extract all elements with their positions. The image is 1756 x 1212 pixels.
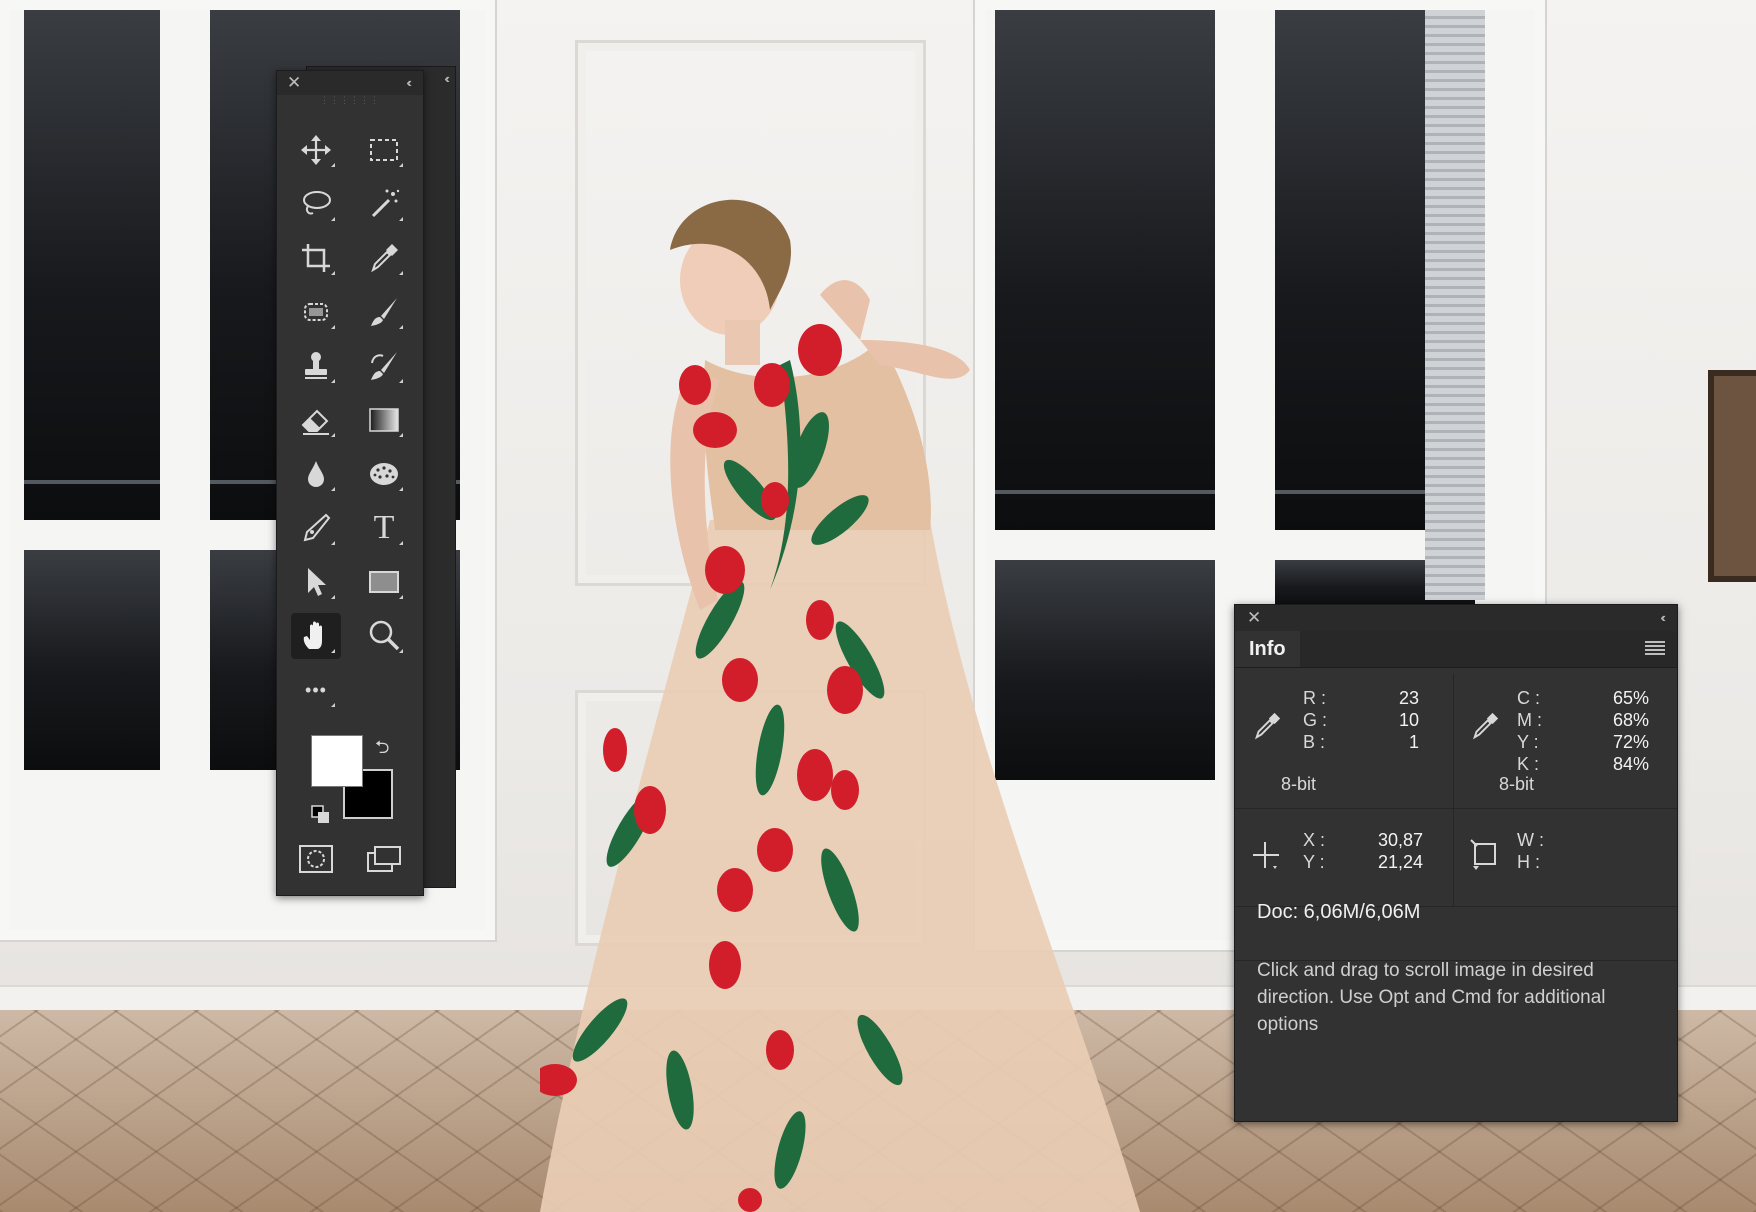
- k-value: 84%: [1612, 754, 1649, 774]
- r-value: 23: [1398, 688, 1419, 708]
- collapse-icon[interactable]: ‹‹: [1660, 610, 1665, 625]
- hand-icon: [303, 621, 322, 649]
- y-label: Y :: [1517, 732, 1539, 752]
- tools-panel-header[interactable]: ✕ ‹‹: [277, 71, 423, 95]
- lasso-tool[interactable]: [291, 181, 341, 227]
- clone-stamp-tool[interactable]: [291, 343, 341, 389]
- b-label: B :: [1303, 732, 1326, 752]
- crosshair-icon: [1253, 842, 1279, 869]
- foreground-color-swatch[interactable]: [311, 735, 363, 787]
- type-icon: T: [373, 509, 395, 546]
- drag-grip[interactable]: ⋮⋮⋮⋮⋮⋮: [277, 95, 423, 109]
- eraser-icon: [301, 409, 329, 435]
- rectangle-icon: [369, 571, 399, 593]
- pen-tool[interactable]: [291, 505, 341, 551]
- x-value: 30,87: [1377, 830, 1423, 850]
- k-label: K :: [1517, 754, 1540, 774]
- m-value: 68%: [1612, 710, 1649, 730]
- y-value: 72%: [1612, 732, 1649, 752]
- lasso-icon: [303, 191, 331, 215]
- brush-tool[interactable]: [359, 289, 409, 335]
- rgb-eyedropper-icon[interactable]: [1251, 710, 1283, 742]
- swap-colors-icon[interactable]: ⮌: [375, 735, 389, 765]
- info-panel: ✕ ‹‹ Info R : 23 G : 10 B : 1 8-bit C : …: [1234, 604, 1678, 1122]
- default-colors-icon[interactable]: [311, 805, 331, 825]
- gradient-tool[interactable]: [359, 397, 409, 443]
- sponge-icon: [370, 463, 398, 485]
- rgb-bit-depth: 8-bit: [1281, 774, 1317, 794]
- more-icon: •••: [305, 679, 327, 700]
- panel-menu-icon[interactable]: [1645, 641, 1665, 655]
- move-tool[interactable]: [291, 127, 341, 173]
- hand-tool[interactable]: [291, 613, 341, 659]
- gradient-icon: [369, 408, 399, 432]
- eyedropper-icon: [371, 244, 398, 273]
- path-selection-tool[interactable]: [291, 559, 341, 605]
- zoom-tool[interactable]: [359, 613, 409, 659]
- quick-mask-button[interactable]: [291, 839, 341, 879]
- model-figure: [540, 199, 1140, 1212]
- magic-wand-tool[interactable]: [359, 181, 409, 227]
- zoom-icon: [369, 620, 400, 651]
- arrow-icon: [308, 568, 326, 596]
- magic-wand-icon: [371, 189, 400, 218]
- tools-panel: ✕ ‹‹ ⋮⋮⋮⋮⋮⋮ T ••• ⮌: [276, 70, 424, 896]
- sponge-tool[interactable]: [359, 451, 409, 497]
- move-icon: [301, 135, 331, 165]
- x-label: X :: [1303, 830, 1326, 850]
- screen-mode-icon: [367, 846, 401, 872]
- cmyk-bit-depth: 8-bit: [1499, 774, 1535, 794]
- tool-hint: Click and drag to scroll image in desire…: [1257, 960, 1606, 1035]
- screen-mode-button[interactable]: [359, 839, 409, 879]
- brush-icon: [371, 298, 397, 326]
- spot-healing-tool[interactable]: [291, 289, 341, 335]
- history-brush-icon: [371, 352, 397, 380]
- color-swatches: ⮌: [311, 735, 401, 825]
- tab-info[interactable]: Info: [1235, 631, 1300, 667]
- rectangle-tool[interactable]: [359, 559, 409, 605]
- collapse-icon[interactable]: ‹‹: [406, 75, 411, 90]
- crop-tool[interactable]: [291, 235, 341, 281]
- close-icon[interactable]: ✕: [1247, 608, 1261, 628]
- blur-tool[interactable]: [291, 451, 341, 497]
- h-label: H :: [1517, 852, 1541, 872]
- g-label: G :: [1303, 710, 1328, 730]
- wall-picture-frame: [1708, 370, 1756, 582]
- marquee-tool[interactable]: [359, 127, 409, 173]
- info-tabbar: Info: [1235, 631, 1677, 668]
- eraser-tool[interactable]: [291, 397, 341, 443]
- cmyk-eyedropper-icon[interactable]: [1469, 710, 1501, 742]
- stamp-icon: [305, 352, 327, 379]
- edit-toolbar[interactable]: •••: [291, 667, 341, 713]
- y-pos-value: 21,24: [1377, 852, 1423, 872]
- drop-icon: [308, 461, 324, 487]
- collapse-icon[interactable]: ‹‹: [444, 71, 449, 86]
- c-label: C :: [1517, 688, 1541, 708]
- type-tool[interactable]: T: [359, 505, 409, 551]
- b-value: 1: [1408, 732, 1419, 752]
- y-pos-label: Y :: [1303, 852, 1325, 872]
- pen-icon: [303, 513, 331, 542]
- info-panel-header[interactable]: ✕ ‹‹: [1235, 605, 1677, 631]
- selection-size-icon: [1470, 839, 1496, 870]
- close-icon[interactable]: ✕: [287, 73, 301, 93]
- crop-icon: [302, 244, 330, 272]
- doc-size: Doc: 6,06M/6,06M: [1257, 901, 1421, 923]
- w-label: W :: [1517, 830, 1544, 850]
- m-label: M :: [1517, 710, 1542, 730]
- r-label: R :: [1303, 688, 1327, 708]
- quick-mask-icon: [299, 845, 333, 873]
- g-value: 10: [1398, 710, 1419, 730]
- history-brush-tool[interactable]: [359, 343, 409, 389]
- healing-icon: [304, 303, 328, 321]
- c-value: 65%: [1612, 688, 1649, 708]
- eyedropper-tool[interactable]: [359, 235, 409, 281]
- rect-marquee-icon: [370, 139, 398, 161]
